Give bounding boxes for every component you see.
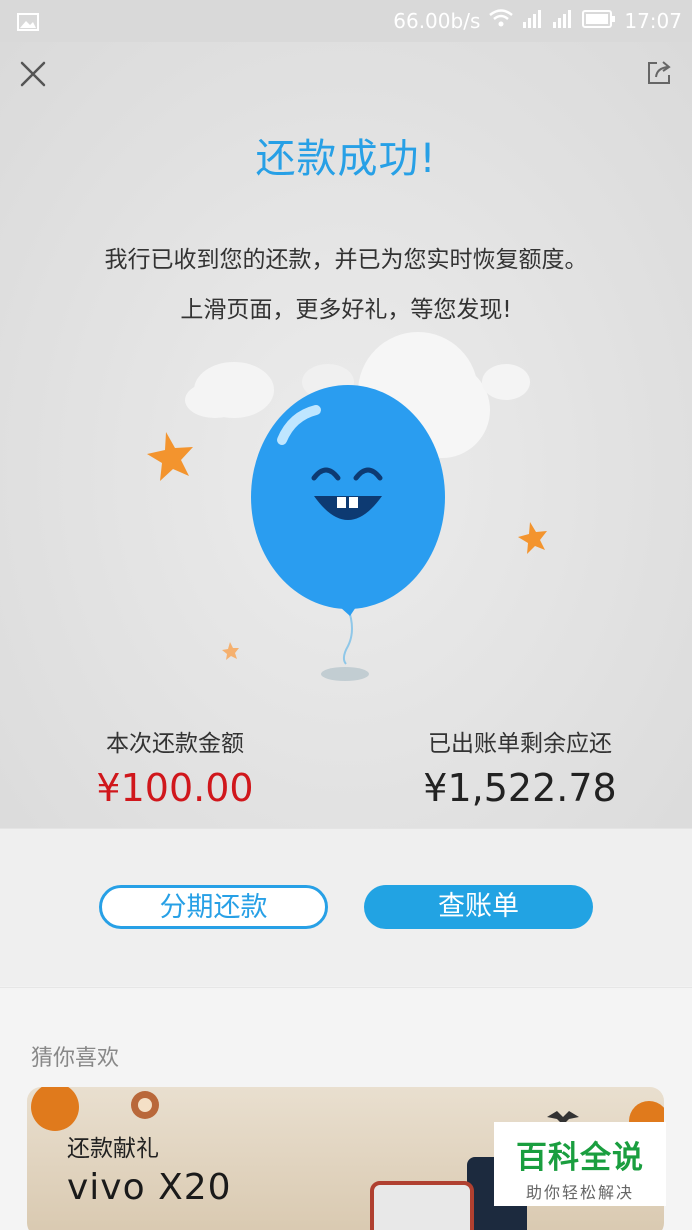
- image-icon: [17, 12, 39, 36]
- watermark-title: 百科全说: [516, 1140, 644, 1176]
- balloon-shadow: [321, 667, 369, 681]
- paid-amount-label: 本次还款金额: [106, 731, 244, 757]
- view-bill-button[interactable]: 查账单: [364, 885, 593, 929]
- battery-icon: [582, 9, 616, 33]
- star-tiny: [222, 642, 239, 660]
- watermark-logo: 百科全说 助你轻松解决: [494, 1122, 666, 1206]
- status-bar: 66.00b/s 17:07: [0, 0, 692, 42]
- remaining-amount-value: ¥1,522.78: [423, 766, 617, 810]
- balloon-tooth-left: [337, 497, 346, 508]
- page-title: 还款成功!: [255, 136, 437, 182]
- success-message-line1: 我行已收到您的还款，并已为您实时恢复额度。: [104, 247, 588, 273]
- close-icon[interactable]: [19, 60, 47, 92]
- balloon-knot: [340, 607, 356, 616]
- cloud-left-b: [185, 382, 245, 418]
- cloud-right: [482, 364, 530, 400]
- star-orange-large: [147, 432, 193, 481]
- network-speed: 66.00b/s: [393, 8, 481, 33]
- balloon-tooth-right: [349, 497, 358, 508]
- pumpkin-icon: [31, 1087, 79, 1131]
- installment-button[interactable]: 分期还款: [99, 885, 328, 929]
- star-orange-small: [518, 522, 547, 554]
- share-icon[interactable]: [645, 59, 673, 91]
- signal-icon-2: [552, 9, 574, 33]
- remaining-amount-block: 已出账单剩余应还 ¥1,522.78: [410, 724, 630, 810]
- watermark-subtitle: 助你轻松解决: [525, 1183, 634, 1202]
- remaining-amount-label: 已出账单剩余应还: [428, 731, 612, 757]
- clock: 17:07: [624, 8, 682, 33]
- wifi-icon: [488, 8, 514, 33]
- recommend-title: 猜你喜欢: [31, 1046, 120, 1071]
- paid-amount-value: ¥100.00: [96, 766, 254, 810]
- balloon-illustration: [147, 332, 547, 681]
- promo-title: vivo X20: [67, 1167, 232, 1208]
- promo-subtitle: 还款献礼: [67, 1136, 159, 1162]
- action-bar: 分期还款 查账单: [0, 828, 692, 986]
- paid-amount-block: 本次还款金额 ¥100.00: [70, 724, 280, 810]
- balloon-string: [342, 607, 353, 665]
- signal-icon: [522, 9, 544, 33]
